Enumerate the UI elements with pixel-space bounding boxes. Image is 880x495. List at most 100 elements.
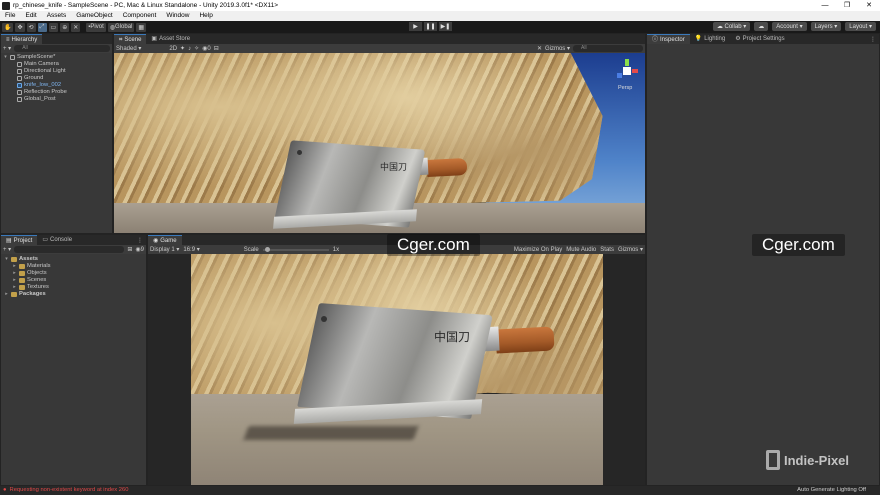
project-search-input[interactable]	[14, 246, 125, 253]
gameobject-icon	[17, 76, 22, 81]
filter-icon[interactable]: ⊞	[127, 246, 132, 253]
hierarchy-search-input[interactable]: All	[14, 45, 110, 52]
step-button[interactable]: ▶❚	[439, 22, 452, 31]
project-assets-folder[interactable]: ▾ Assets	[4, 256, 143, 263]
lighting-toggle-icon[interactable]: ✦	[180, 45, 185, 52]
project-packages-folder[interactable]: ▸ Packages	[4, 291, 143, 298]
tools-icon[interactable]: ✕	[537, 45, 542, 52]
scale-tool-button[interactable]: ⤢	[37, 22, 47, 32]
play-button[interactable]: ▶	[409, 22, 422, 31]
expand-caret-icon[interactable]: ▾	[3, 54, 8, 61]
folder-icon	[19, 278, 25, 283]
scene-viewport[interactable]: 中国刀 Persp	[114, 53, 645, 233]
folder-icon	[19, 285, 25, 290]
2d-toggle[interactable]: 2D	[169, 46, 177, 52]
panel-menu-icon[interactable]: ⋮	[137, 237, 146, 244]
rect-tool-button[interactable]: ▭	[48, 22, 59, 32]
menu-file[interactable]: File	[0, 11, 20, 21]
tab-hierarchy[interactable]: ≡ Hierarchy	[1, 34, 43, 44]
gizmo-x-axis-icon[interactable]	[632, 69, 638, 73]
hidden-objects-icon[interactable]: ◉0	[202, 45, 211, 52]
mute-audio-toggle[interactable]: Mute Audio	[566, 247, 596, 253]
shading-mode-dropdown[interactable]: Shaded ▾	[116, 45, 141, 52]
gizmo-z-axis-icon[interactable]	[617, 73, 622, 78]
minimize-button[interactable]: —	[814, 0, 836, 11]
account-dropdown[interactable]: Account ▾	[772, 22, 807, 31]
menu-assets[interactable]: Assets	[42, 11, 72, 21]
gameobject-icon	[17, 62, 22, 67]
hierarchy-item-global-post[interactable]: Global_Post	[3, 96, 110, 103]
menu-edit[interactable]: Edit	[20, 11, 41, 21]
scale-slider-thumb[interactable]	[264, 246, 270, 252]
tab-scene[interactable]: ⌗ Scene	[114, 34, 147, 44]
camera-settings-icon[interactable]: ⊟	[214, 45, 219, 52]
main-toolbar: ✋ ✥ ⟲ ⤢ ▭ ⊕ ✕ ▪ Pivot ◍ Global ▦ ▶ ❚❚ ▶❚…	[0, 21, 880, 33]
scale-label: Scale	[243, 246, 259, 253]
scale-slider[interactable]	[262, 246, 329, 252]
pause-button[interactable]: ❚❚	[424, 22, 437, 31]
global-toggle[interactable]: ◍ Global	[107, 22, 135, 32]
game-viewport[interactable]: 中国刀	[191, 254, 603, 485]
pivot-toggle[interactable]: ▪ Pivot	[86, 22, 106, 32]
scene-search-input[interactable]: All	[573, 45, 643, 52]
persp-label[interactable]: Persp	[618, 85, 632, 91]
effects-toggle-icon[interactable]: ✧	[194, 45, 199, 52]
tab-game[interactable]: ◉ Game	[148, 235, 182, 245]
gizmos-dropdown[interactable]: Gizmos ▾	[545, 45, 570, 52]
hierarchy-item-knife[interactable]: knife_low_002	[3, 82, 110, 89]
project-folder-scenes[interactable]: ▸ Scenes	[4, 277, 143, 284]
hierarchy-item-reflection-probe[interactable]: Reflection Probe	[3, 89, 110, 96]
tab-asset-store[interactable]: ▣ Asset Store	[146, 34, 195, 44]
tab-project[interactable]: ▤ Project	[1, 235, 38, 245]
scene-orientation-gizmo[interactable]: Persp	[615, 57, 639, 97]
hand-tool-button[interactable]: ✋	[2, 22, 14, 32]
cloud-button[interactable]: ☁	[754, 22, 769, 31]
game-gizmos-dropdown[interactable]: Gizmos ▾	[618, 246, 643, 253]
display-dropdown[interactable]: Display 1 ▾	[150, 246, 179, 253]
scene-root-item[interactable]: ▾ SampleScene*	[3, 54, 110, 61]
menu-component[interactable]: Component	[118, 11, 162, 21]
inspector-menu-icon[interactable]: ⋮	[870, 36, 879, 43]
transform-tool-button[interactable]: ⊕	[60, 22, 70, 32]
grid-snap-button[interactable]: ▦	[136, 22, 147, 32]
layers-dropdown[interactable]: Layers ▾	[810, 22, 842, 31]
aspect-dropdown[interactable]: 16:9 ▾	[183, 246, 199, 253]
stats-toggle[interactable]: Stats	[600, 247, 614, 253]
menu-gameobject[interactable]: GameObject	[71, 11, 118, 21]
gizmo-cube-icon[interactable]	[623, 67, 631, 75]
create-add-button[interactable]: + ▾	[3, 45, 11, 52]
expand-caret-icon[interactable]: ▾	[4, 256, 9, 263]
hierarchy-item-ground[interactable]: Ground	[3, 75, 110, 82]
maximize-on-play-toggle[interactable]: Maximize On Play	[514, 247, 562, 253]
error-icon[interactable]: ●	[0, 486, 10, 495]
hierarchy-item-directional-light[interactable]: Directional Light	[3, 68, 110, 75]
unity-logo-icon	[2, 1, 10, 10]
menu-window[interactable]: Window	[161, 11, 194, 21]
tab-lighting[interactable]: 💡 Lighting	[690, 34, 731, 44]
project-folder-materials[interactable]: ▸ Materials	[4, 263, 143, 270]
gameobject-icon	[17, 97, 22, 102]
tab-inspector[interactable]: ⓘ Inspector	[647, 34, 690, 44]
expand-caret-icon[interactable]: ▸	[12, 284, 17, 291]
tab-console[interactable]: ▭ Console	[37, 235, 77, 245]
project-create-button[interactable]: + ▾	[3, 246, 11, 253]
status-error-message[interactable]: Requesting non-existent keyword at index…	[10, 486, 129, 495]
maximize-button[interactable]: ❐	[836, 0, 858, 11]
project-folder-textures[interactable]: ▸ Textures	[4, 284, 143, 291]
move-tool-button[interactable]: ✥	[15, 22, 25, 32]
hierarchy-item-main-camera[interactable]: Main Camera	[3, 61, 110, 68]
project-folder-objects[interactable]: ▸ Objects	[4, 270, 143, 277]
gizmo-y-axis-icon[interactable]	[625, 59, 629, 66]
collab-dropdown[interactable]: ☁ Collab ▾	[712, 22, 751, 31]
custom-tool-button[interactable]: ✕	[71, 22, 81, 32]
expand-caret-icon[interactable]: ▸	[12, 277, 17, 284]
layout-dropdown[interactable]: Layout ▾	[845, 22, 876, 31]
close-button[interactable]: ✕	[858, 0, 880, 11]
tab-project-settings[interactable]: ⚙ Project Settings	[730, 34, 789, 44]
rotate-tool-button[interactable]: ⟲	[26, 22, 36, 32]
expand-caret-icon[interactable]: ▸	[12, 263, 17, 270]
menu-help[interactable]: Help	[194, 11, 217, 21]
audio-toggle-icon[interactable]: ♪	[188, 46, 191, 52]
expand-caret-icon[interactable]: ▸	[4, 291, 9, 298]
expand-caret-icon[interactable]: ▸	[12, 270, 17, 277]
